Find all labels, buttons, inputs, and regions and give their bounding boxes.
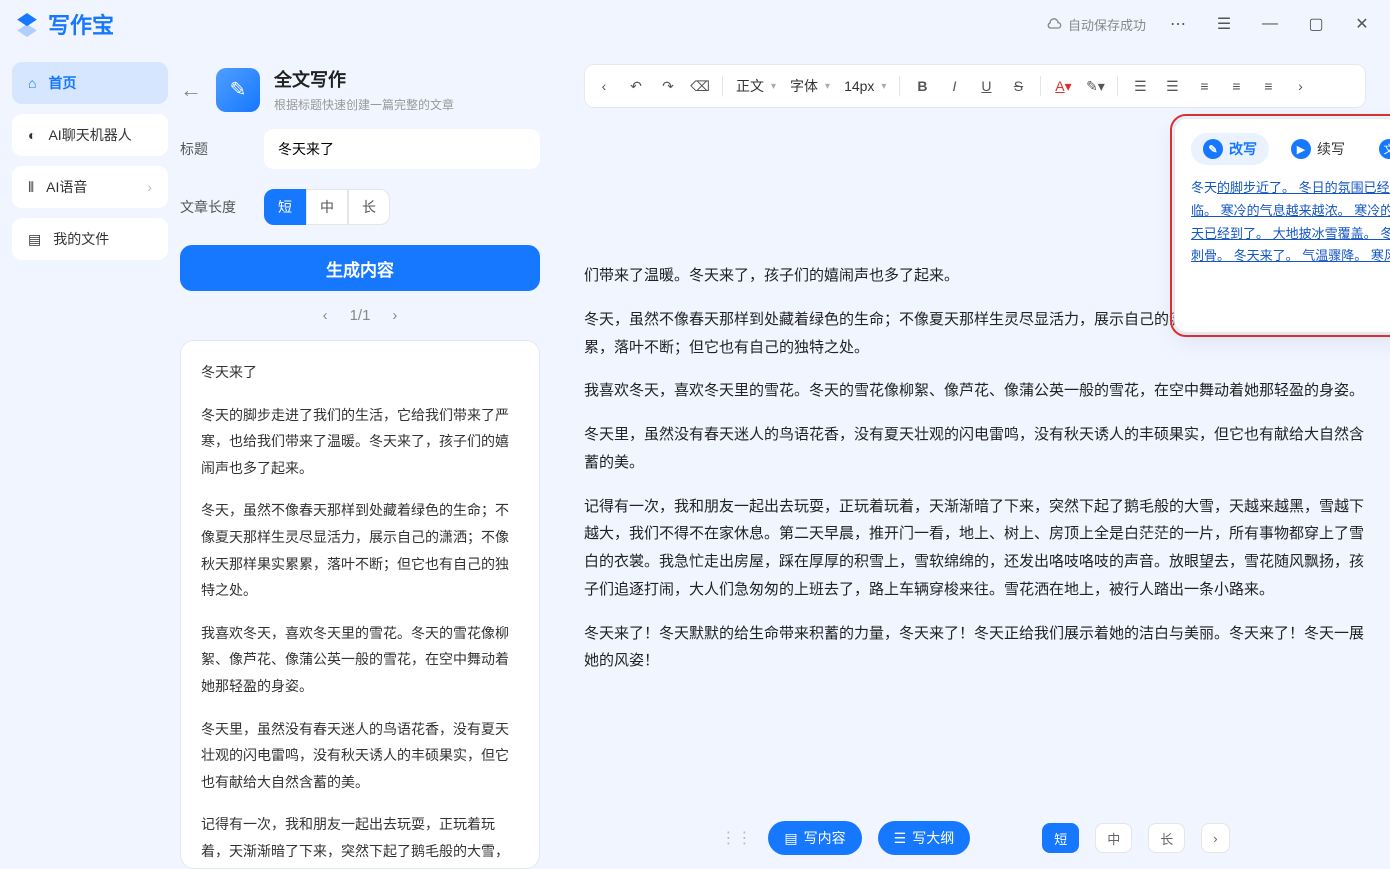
indent-left-button[interactable]: ☰ [1125, 71, 1155, 101]
cloud-icon [1046, 16, 1062, 32]
align-right-button[interactable]: ≡ [1253, 71, 1283, 101]
close-button[interactable]: ✕ [1348, 10, 1376, 38]
maximize-button[interactable]: ▢ [1302, 10, 1330, 38]
highlight-button[interactable]: ✎▾ [1080, 71, 1110, 101]
bottom-bar: ⋮⋮ ▤写内容 ☰写大纲 短 中 长 › [560, 821, 1390, 855]
undo-button[interactable]: ↶ [621, 71, 651, 101]
home-icon: ⌂ [28, 75, 36, 91]
feature-title: 全文写作 [274, 66, 454, 92]
ai-suggestion: 冬天的脚步近了。 冬日的氛围已经笼罩了大地。 冬天已经来临。 寒冷的气息越来越浓… [1191, 177, 1390, 268]
file-icon: ▤ [28, 231, 41, 248]
play-icon: ▶ [1291, 139, 1311, 159]
chat-icon: ◐ [28, 127, 36, 143]
italic-button[interactable]: I [939, 71, 969, 101]
ai-tab-continue[interactable]: ▶续写 [1279, 133, 1357, 165]
pager-next[interactable]: › [392, 307, 397, 324]
app-logo: 写作宝 [14, 8, 114, 40]
pencil-icon: ✎ [1203, 139, 1223, 159]
length-medium[interactable]: 中 [306, 189, 348, 225]
generate-button[interactable]: 生成内容 [180, 245, 540, 291]
text-color-button[interactable]: A▾ [1048, 71, 1078, 101]
align-center-button[interactable]: ≡ [1221, 71, 1251, 101]
menu-button[interactable]: ☰ [1210, 10, 1238, 38]
title-input[interactable] [264, 129, 540, 169]
bottom-length-short[interactable]: 短 [1042, 823, 1079, 853]
outline-icon: ☰ [894, 830, 907, 847]
font-dropdown[interactable]: 字体 [784, 76, 836, 96]
indent-right-button[interactable]: ☰ [1157, 71, 1187, 101]
pager-text: 1/1 [350, 307, 371, 324]
translate-icon: 文 [1379, 139, 1390, 159]
feature-subtitle: 根据标题快速创建一篇完整的文章 [274, 96, 454, 113]
logo-icon [14, 11, 40, 37]
app-name: 写作宝 [48, 8, 114, 40]
drag-handle-icon[interactable]: ⋮⋮ [720, 828, 752, 848]
length-label: 文章长度 [180, 197, 240, 217]
bold-button[interactable]: B [907, 71, 937, 101]
minimize-button[interactable]: — [1256, 10, 1284, 38]
write-content-button[interactable]: ▤写内容 [768, 821, 861, 855]
editor-toolbar: ‹ ↶ ↷ ⌫ 正文 字体 14px B I U S A▾ ✎▾ ☰ ☰ ≡ ≡… [584, 64, 1366, 108]
text-style-dropdown[interactable]: 正文 [730, 76, 782, 96]
bottom-length-medium[interactable]: 中 [1095, 823, 1132, 853]
more-button[interactable]: ⋯ [1164, 10, 1192, 38]
strike-button[interactable]: S [1003, 71, 1033, 101]
feature-icon: ✎ [216, 68, 260, 112]
format-brush[interactable]: ⌫ [685, 71, 715, 101]
nav-files[interactable]: ▤我的文件 [12, 218, 168, 260]
pager-prev[interactable]: ‹ [323, 307, 328, 324]
ai-tab-translate[interactable]: 文翻译 [1367, 133, 1390, 165]
write-outline-button[interactable]: ☰写大纲 [878, 821, 971, 855]
font-size-dropdown[interactable]: 14px [838, 78, 892, 94]
bottom-length-long[interactable]: 长 [1148, 823, 1185, 853]
underline-button[interactable]: U [971, 71, 1001, 101]
ai-tab-rewrite[interactable]: ✎改写 [1191, 133, 1269, 165]
nav-chatbot[interactable]: ◐AI聊天机器人 [12, 114, 168, 156]
align-left-button[interactable]: ≡ [1189, 71, 1219, 101]
chevron-right-icon: › [147, 179, 152, 195]
title-label: 标题 [180, 139, 240, 159]
length-short[interactable]: 短 [264, 189, 306, 225]
toolbar-prev[interactable]: ‹ [589, 71, 619, 101]
doc-icon: ▤ [784, 830, 797, 847]
sidebar: ⌂首页 ◐AI聊天机器人 ⦀AI语音› ▤我的文件 [0, 48, 180, 869]
ai-popup: ✎改写 ▶续写 文翻译 ≡总结 冬天的脚步近了。 冬日的氛围已经笼罩了大地。 冬… [1174, 118, 1390, 333]
redo-button[interactable]: ↷ [653, 71, 683, 101]
back-button[interactable]: ← [180, 77, 202, 103]
length-long[interactable]: 长 [348, 189, 390, 225]
toolbar-next[interactable]: › [1285, 71, 1315, 101]
preview-card: 冬天来了 冬天的脚步走进了我们的生活，它给我们带来了严寒，也给我们带来了温暖。冬… [180, 340, 540, 869]
autosave-status: 自动保存成功 [1046, 15, 1146, 34]
wave-icon: ⦀ [28, 179, 34, 196]
nav-home[interactable]: ⌂首页 [12, 62, 168, 104]
nav-voice[interactable]: ⦀AI语音› [12, 166, 168, 208]
bottom-next[interactable]: › [1201, 823, 1229, 853]
preview-title: 冬天来了 [201, 359, 519, 386]
